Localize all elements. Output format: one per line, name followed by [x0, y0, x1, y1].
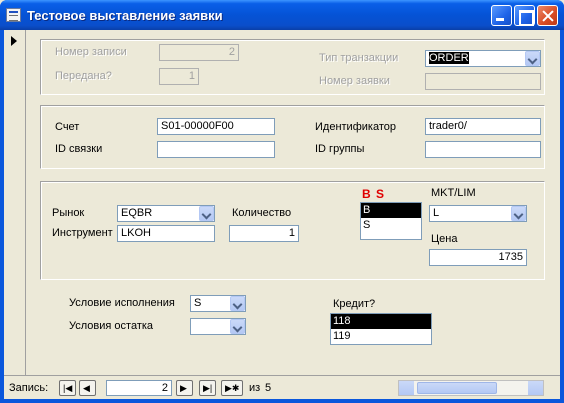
account-field[interactable]: S01-00000F00	[157, 118, 275, 135]
chevron-down-icon[interactable]	[525, 51, 540, 66]
link-id-label: ID связки	[55, 143, 103, 155]
scroll-thumb[interactable]	[417, 382, 497, 394]
record-no-field: 2	[159, 44, 239, 61]
remainder-label: Условия остатка	[69, 320, 154, 332]
market-dropdown[interactable]: EQBR	[117, 205, 215, 222]
list-item[interactable]: B	[361, 203, 421, 218]
txn-type-value: ORDER	[429, 52, 469, 64]
sent-field: 1	[159, 68, 199, 85]
of-label: из	[249, 382, 261, 394]
price-label: Цена	[431, 233, 458, 245]
list-item[interactable]: 119	[331, 329, 431, 344]
account-section	[40, 105, 545, 169]
record-no-label: Номер записи	[55, 46, 127, 58]
chevron-down-icon[interactable]	[230, 319, 245, 334]
scroll-left-arrow-icon[interactable]	[399, 381, 414, 395]
condition-dropdown[interactable]: S	[190, 295, 246, 312]
prev-record-icon: ◀	[83, 383, 90, 393]
title-bar[interactable]: Тестовое выставление заявки	[0, 0, 564, 30]
price-field[interactable]: 1735	[429, 249, 527, 266]
market-label: Рынок	[52, 207, 85, 219]
condition-value: S	[194, 297, 202, 309]
credit-label: Кредит?	[333, 298, 376, 310]
list-item[interactable]: S	[361, 218, 421, 233]
id-label: Идентификатор	[315, 121, 396, 133]
form-body: Номер записи 2 Передана? 1 Тип транзакци…	[27, 30, 560, 375]
chevron-down-icon[interactable]	[511, 206, 526, 221]
condition-label: Условие исполнения	[69, 297, 175, 309]
group-id-field[interactable]	[425, 141, 541, 158]
window: Тестовое выставление заявки Номер записи…	[0, 0, 564, 403]
total-records: 5	[265, 382, 272, 394]
mktlim-value: L	[433, 207, 440, 219]
list-item[interactable]: 118	[331, 314, 431, 329]
prev-record-button[interactable]: ◀	[79, 380, 96, 396]
record-selector[interactable]	[4, 30, 26, 375]
last-record-button[interactable]: ▶|	[199, 380, 216, 396]
horizontal-scrollbar[interactable]	[398, 380, 544, 396]
new-record-icon: ▶✱	[225, 383, 240, 393]
current-record-arrow-icon	[11, 36, 17, 46]
window-title: Тестовое выставление заявки	[27, 8, 223, 23]
mktlim-dropdown[interactable]: L	[429, 205, 527, 222]
minimize-button[interactable]	[491, 5, 512, 26]
market-value: EQBR	[121, 207, 153, 219]
group-id-label: ID группы	[315, 143, 365, 155]
chevron-down-icon[interactable]	[230, 296, 245, 311]
txn-type-label: Тип транзакции	[319, 52, 399, 64]
mktlim-label: MKT/LIM	[431, 187, 476, 199]
link-id-field[interactable]	[157, 141, 275, 158]
maximize-button[interactable]	[514, 5, 535, 26]
sent-label: Передана?	[55, 70, 112, 82]
instrument-label: Инструмент	[52, 227, 113, 239]
record-navigation-bar: Запись: |◀ ◀ 2 ▶ ▶| ▶✱ из 5	[4, 375, 560, 399]
first-record-icon: |◀	[63, 383, 73, 393]
next-record-button[interactable]: ▶	[176, 380, 193, 396]
record-label: Запись:	[9, 382, 49, 394]
account-label: Счет	[55, 121, 80, 133]
quantity-field[interactable]: 1	[229, 225, 299, 242]
current-record-field[interactable]: 2	[106, 380, 172, 396]
quantity-label: Количество	[232, 207, 292, 219]
last-record-icon: ▶|	[203, 383, 213, 393]
next-record-icon: ▶	[180, 383, 187, 393]
remainder-dropdown[interactable]	[190, 318, 246, 335]
bs-listbox[interactable]: B S	[360, 202, 422, 240]
chevron-down-icon[interactable]	[199, 206, 214, 221]
instrument-field[interactable]: LKOH	[117, 225, 215, 242]
scroll-right-arrow-icon[interactable]	[528, 381, 543, 395]
new-record-button[interactable]: ▶✱	[221, 380, 243, 396]
id-field[interactable]: trader0/	[425, 118, 541, 135]
first-record-button[interactable]: |◀	[59, 380, 76, 396]
order-no-label: Номер заявки	[319, 75, 390, 87]
credit-listbox[interactable]: 118 119	[330, 313, 432, 345]
form-icon[interactable]	[6, 8, 21, 22]
form-client-area: Номер записи 2 Передана? 1 Тип транзакци…	[4, 30, 560, 399]
txn-type-dropdown[interactable]: ORDER	[425, 50, 541, 67]
close-button[interactable]	[537, 5, 558, 26]
order-no-field	[425, 73, 541, 90]
bs-label: B S	[362, 187, 386, 201]
